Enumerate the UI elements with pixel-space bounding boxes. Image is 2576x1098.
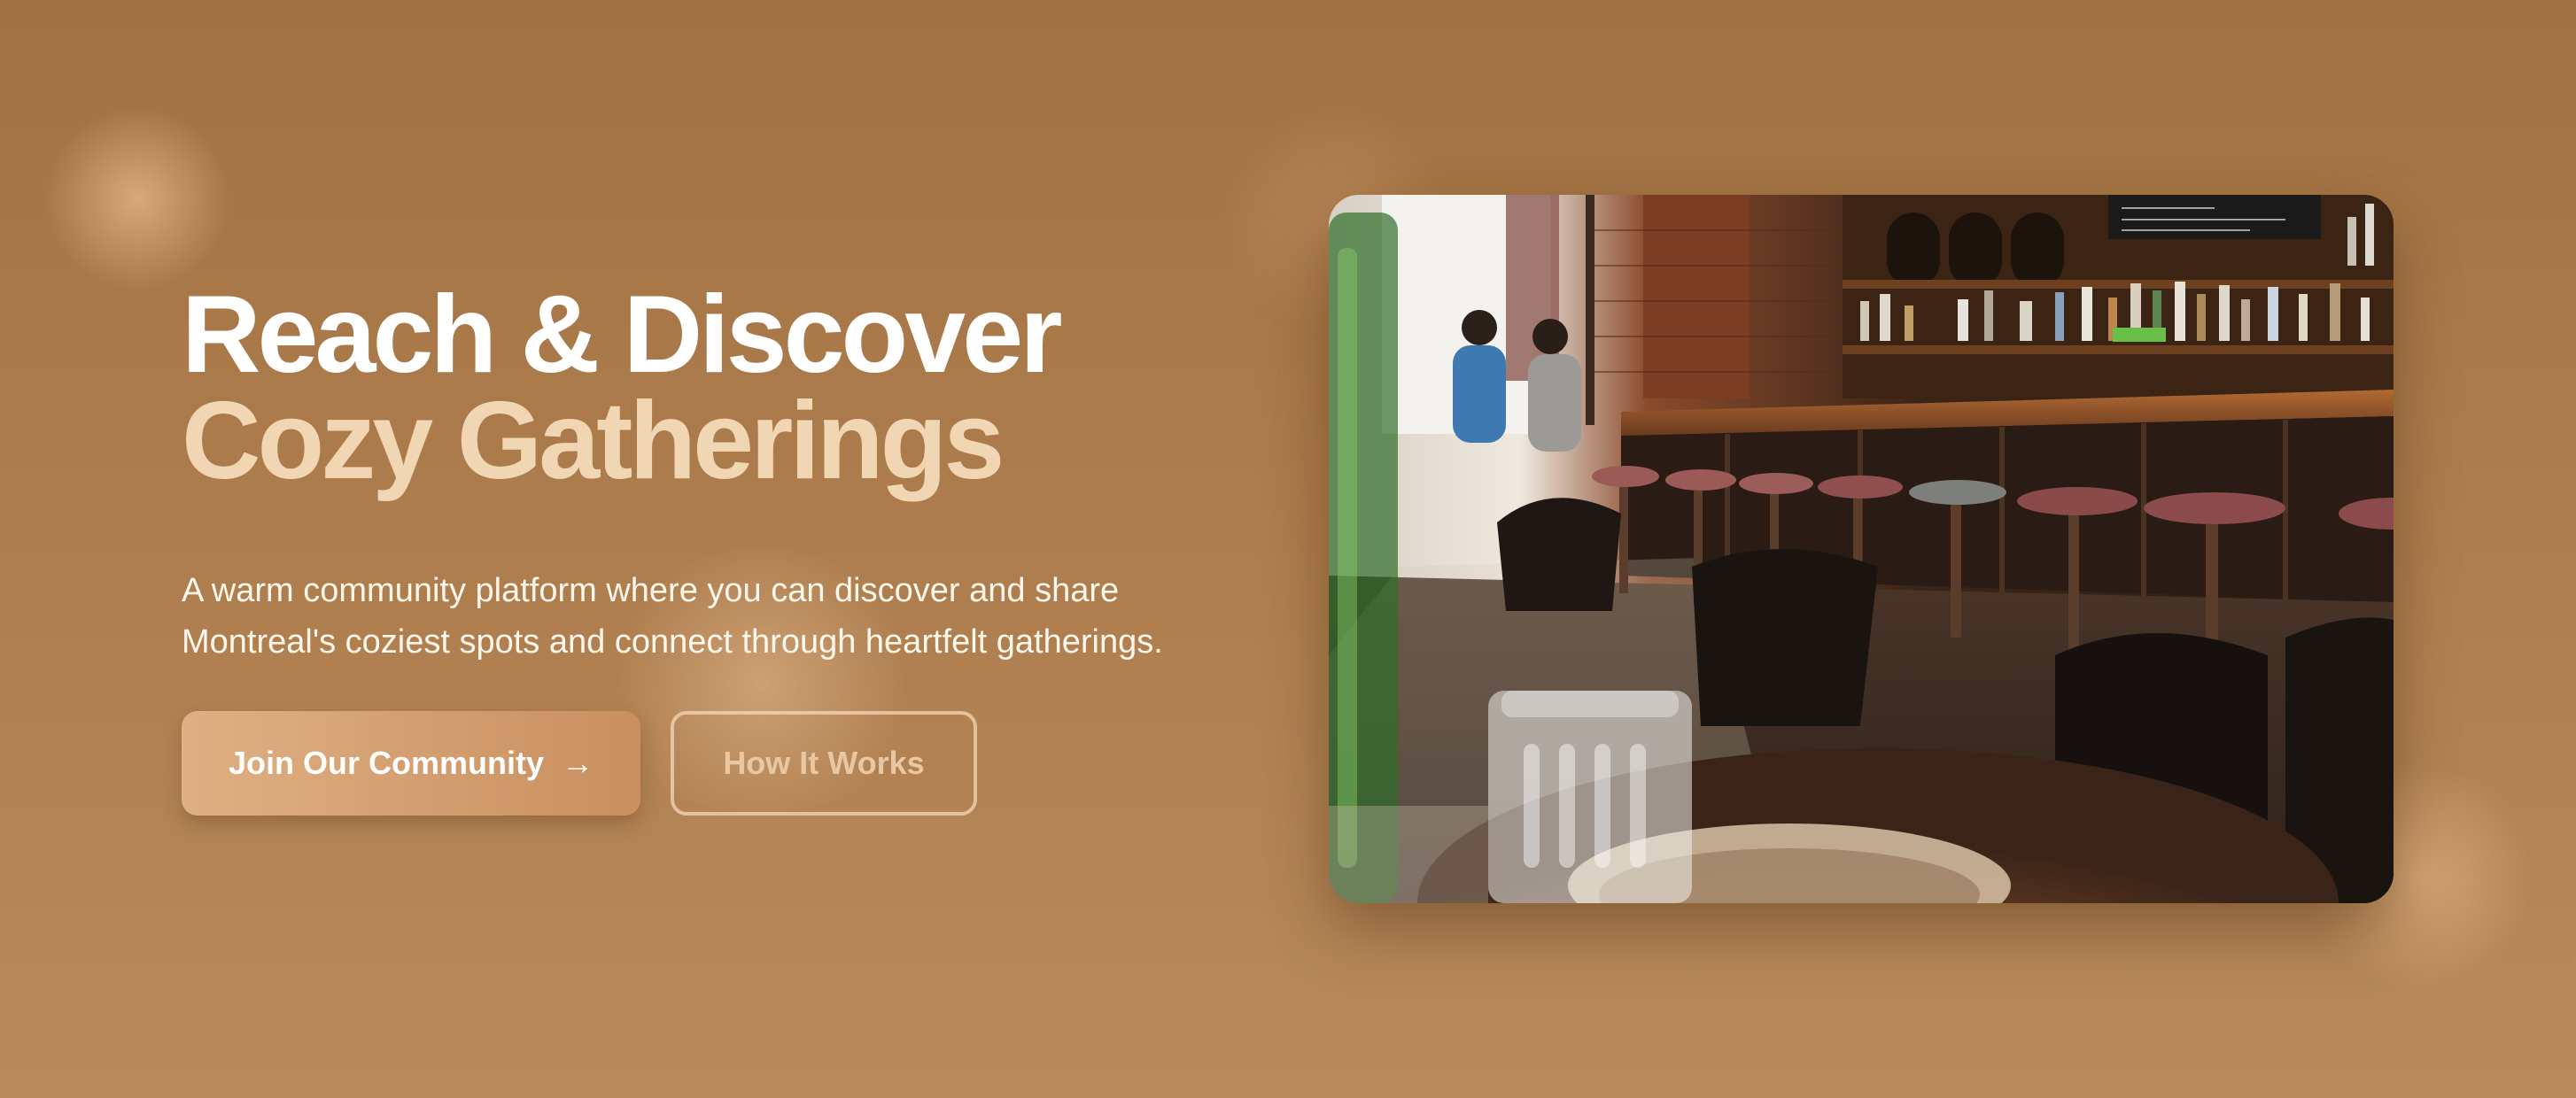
cafe-interior-image bbox=[1329, 195, 2394, 903]
hero-actions: Join Our Community → How It Works bbox=[182, 711, 977, 816]
hero-title-line-2: Cozy Gatherings bbox=[182, 380, 1005, 502]
background-glow bbox=[44, 106, 230, 292]
how-it-works-label: How It Works bbox=[723, 745, 925, 781]
join-community-label: Join Our Community bbox=[228, 745, 544, 781]
hero-title-line-1: Reach & Discover bbox=[182, 274, 1062, 396]
hero-content: Reach & Discover Cozy Gatherings A warm … bbox=[182, 274, 1289, 816]
hero-title: Reach & Discover Cozy Gatherings bbox=[182, 274, 1289, 502]
hero-description: A warm community platform where you can … bbox=[182, 572, 1163, 661]
join-community-button[interactable]: Join Our Community → bbox=[182, 711, 640, 816]
hero-image bbox=[1329, 195, 2394, 903]
how-it-works-button[interactable]: How It Works bbox=[671, 711, 977, 816]
arrow-right-icon: → bbox=[562, 745, 594, 781]
